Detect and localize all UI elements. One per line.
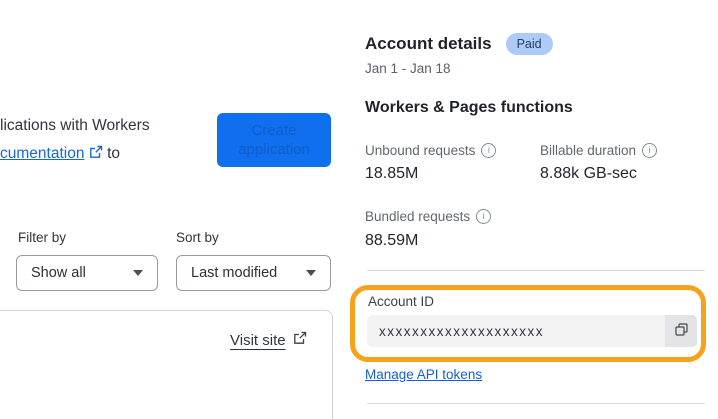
copy-account-id-button[interactable] <box>665 315 697 347</box>
stat-value-billable-duration: 8.88k GB-sec <box>540 165 637 182</box>
intro-text: lications with Workers cumentation to <box>0 112 150 168</box>
divider <box>367 270 705 271</box>
visit-site-link[interactable]: Visit site <box>230 331 307 349</box>
visit-site-label: Visit site <box>230 331 286 349</box>
stat-label-unbound-requests: Unbound requests i <box>365 143 497 158</box>
date-range: Jan 1 - Jan 18 <box>365 61 451 76</box>
stat-value-unbound-requests: 18.85M <box>365 165 419 182</box>
chevron-down-icon <box>306 270 316 276</box>
account-id-value[interactable]: xxxxxxxxxxxxxxxxxxxx <box>367 315 665 347</box>
filter-by-label: Filter by <box>18 230 67 245</box>
application-card <box>0 310 333 419</box>
sort-dropdown[interactable]: Last modified <box>176 255 331 291</box>
intro-line-1: lications with Workers <box>0 117 150 134</box>
plan-badge: Paid <box>505 33 553 55</box>
stat-value-bundled-requests: 88.59M <box>365 232 419 249</box>
sort-dropdown-value: Last modified <box>191 265 278 281</box>
copy-icon <box>674 322 689 340</box>
account-details-title: Account details <box>365 34 492 53</box>
filter-dropdown-value: Show all <box>31 265 86 281</box>
workers-pages-dashboard: lications with Workers cumentation to Cr… <box>0 0 718 419</box>
filter-dropdown[interactable]: Show all <box>16 255 158 291</box>
workers-pages-functions-title: Workers & Pages functions <box>365 99 573 116</box>
manage-api-tokens-link[interactable]: Manage API tokens <box>365 367 482 382</box>
info-icon[interactable]: i <box>476 209 492 224</box>
external-link-icon <box>293 331 307 349</box>
divider <box>367 403 705 404</box>
intro-suffix: to <box>107 144 121 162</box>
documentation-link[interactable]: cumentation <box>0 145 84 162</box>
intro-line-2: cumentation to <box>0 140 150 169</box>
stat-label-bundled-requests: Bundled requests i <box>365 209 492 224</box>
sort-by-label: Sort by <box>176 230 219 245</box>
info-icon[interactable]: i <box>642 143 658 158</box>
account-details-header: Account details Paid <box>365 33 553 55</box>
account-id-field: xxxxxxxxxxxxxxxxxxxx <box>367 315 697 347</box>
chevron-down-icon <box>133 270 143 276</box>
account-id-label: Account ID <box>368 294 435 309</box>
create-application-button[interactable]: Create application <box>217 113 331 167</box>
stat-label-billable-duration: Billable duration i <box>540 143 658 158</box>
info-icon[interactable]: i <box>481 143 497 158</box>
external-link-icon <box>89 141 103 169</box>
